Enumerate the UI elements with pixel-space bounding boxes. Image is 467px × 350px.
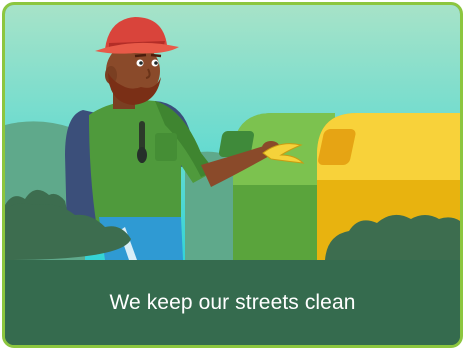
card-caption: We keep our streets clean [109,290,356,314]
illustration [5,5,460,260]
activity-card[interactable]: We keep our streets clean [2,2,463,348]
caption-bar: We keep our streets clean [5,260,460,345]
